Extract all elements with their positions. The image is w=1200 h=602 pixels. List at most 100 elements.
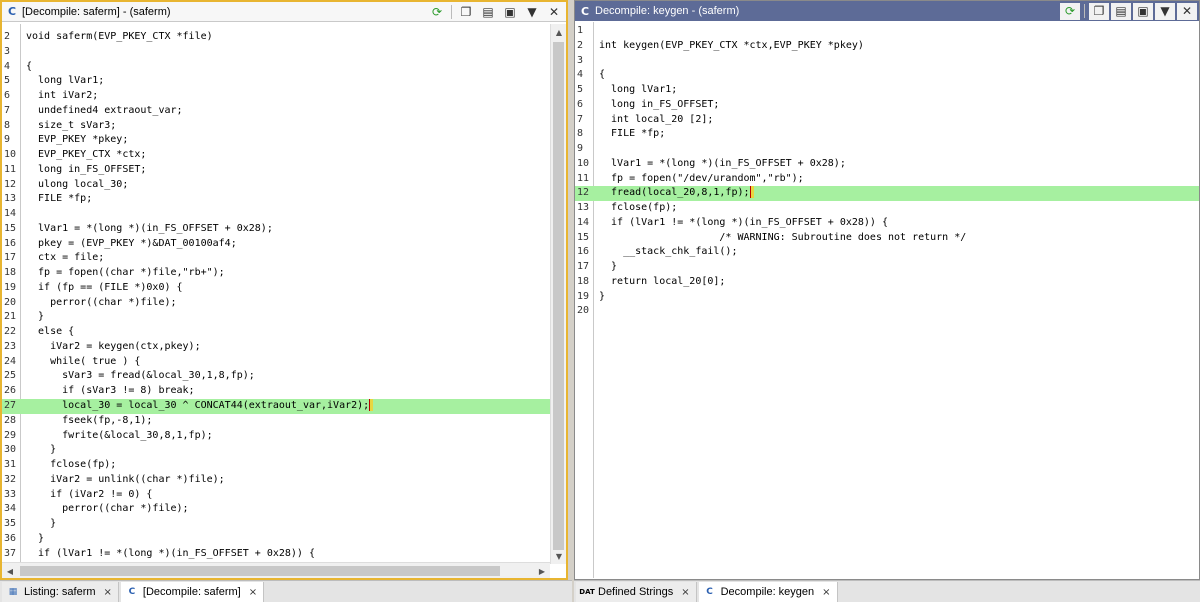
tab-listing-saferm[interactable]: ▦ Listing: saferm × <box>2 582 119 602</box>
code-line[interactable]: 1 <box>575 24 1199 39</box>
code-line[interactable]: 3 <box>2 45 552 60</box>
close-icon[interactable]: × <box>822 587 830 598</box>
left-code-area[interactable]: 2 void saferm(EVP_PKEY_CTX *file) 3 4{5 lon… <box>2 24 552 564</box>
scroll-right-icon[interactable]: ▶ <box>534 563 550 578</box>
code-line[interactable]: 31 fclose(fp); <box>2 458 552 473</box>
code-line[interactable]: 5 long lVar1; <box>2 74 552 89</box>
code-line[interactable]: 4{ <box>2 60 552 75</box>
left-vertical-scrollbar[interactable]: ▲ ▼ <box>550 24 566 564</box>
code-text: iVar2 = unlink((char *)file); <box>26 473 225 485</box>
code-line[interactable]: 7 undefined4 extraout_var; <box>2 104 552 119</box>
copy-icon[interactable]: ❐ <box>1089 2 1109 20</box>
code-line[interactable]: 3 <box>575 54 1199 69</box>
code-line[interactable]: 8 FILE *fp; <box>575 127 1199 142</box>
code-line[interactable]: 26 if (sVar3 != 8) break; <box>2 384 552 399</box>
menu-icon[interactable]: ▼ <box>522 4 542 21</box>
camera-icon[interactable]: ▣ <box>500 4 520 21</box>
code-line[interactable]: 12 fread(local_20,8,1,fp); <box>575 186 1199 202</box>
code-line[interactable]: 29 fwrite(&local_30,8,1,fp); <box>2 429 552 444</box>
code-text: perror((char *)file); <box>26 296 177 308</box>
code-line[interactable]: 12 ulong local_30; <box>2 178 552 193</box>
line-number: 9 <box>4 134 11 146</box>
line-number: 36 <box>4 532 17 544</box>
left-panel-titlebar[interactable]: C [Decompile: saferm] - (saferm) ⟳ ❐ ▤ ▣… <box>2 2 566 22</box>
left-horizontal-scrollbar[interactable]: ◀ ▶ <box>2 562 550 578</box>
code-line[interactable]: 2 int keygen(EVP_PKEY_CTX *ctx,EVP_PKEY *… <box>575 39 1199 54</box>
tab-decompile-saferm[interactable]: C [Decompile: saferm] × <box>120 582 265 602</box>
code-line[interactable]: 10 EVP_PKEY_CTX *ctx; <box>2 148 552 163</box>
code-line[interactable]: 9 <box>575 142 1199 157</box>
code-line[interactable]: 17 } <box>575 260 1199 275</box>
code-line[interactable]: 36 } <box>2 532 552 547</box>
snapshot-icon[interactable]: ▤ <box>478 4 498 21</box>
scroll-left-icon[interactable]: ◀ <box>2 563 18 578</box>
code-line[interactable]: 11 fp = fopen("/dev/urandom","rb"); <box>575 172 1199 187</box>
code-line[interactable]: 34 perror((char *)file); <box>2 502 552 517</box>
code-line[interactable]: 27 local_30 = local_30 ^ CONCAT44(extrao… <box>2 399 552 414</box>
right-panel-titlebar[interactable]: C Decompile: keygen - (saferm) ⟳ ❐ ▤ ▣ ▼… <box>575 1 1199 21</box>
code-line[interactable]: 16 pkey = (EVP_PKEY *)&DAT_00100af4; <box>2 237 552 252</box>
code-line[interactable]: 33 if (iVar2 != 0) { <box>2 488 552 503</box>
code-line[interactable]: 10 lVar1 = *(long *)(in_FS_OFFSET + 0x28… <box>575 157 1199 172</box>
code-line[interactable]: 11 long in_FS_OFFSET; <box>2 163 552 178</box>
refresh-icon[interactable]: ⟳ <box>427 4 447 21</box>
code-line[interactable]: 6 long in_FS_OFFSET; <box>575 98 1199 113</box>
code-line[interactable]: 13 fclose(fp); <box>575 201 1199 216</box>
close-icon[interactable]: ✕ <box>1177 2 1197 20</box>
code-line[interactable]: 6 int iVar2; <box>2 89 552 104</box>
scroll-up-icon[interactable]: ▲ <box>551 24 566 40</box>
code-line[interactable]: 24 while( true ) { <box>2 355 552 370</box>
code-line[interactable]: 14 <box>2 207 552 222</box>
menu-icon[interactable]: ▼ <box>1155 2 1175 20</box>
tab-defined-strings[interactable]: DAT Defined Strings × <box>576 582 697 602</box>
code-line[interactable]: 20 <box>575 304 1199 319</box>
code-line[interactable]: 25 sVar3 = fread(&local_30,1,8,fp); <box>2 369 552 384</box>
code-line[interactable]: 7 int local_20 [2]; <box>575 113 1199 128</box>
code-line[interactable]: 19 if (fp == (FILE *)0x0) { <box>2 281 552 296</box>
code-line[interactable]: 32 iVar2 = unlink((char *)file); <box>2 473 552 488</box>
code-line[interactable]: 28 fseek(fp,-8,1); <box>2 414 552 429</box>
code-line[interactable]: 14 if (lVar1 != *(long *)(in_FS_OFFSET +… <box>575 216 1199 231</box>
code-line[interactable]: 15 lVar1 = *(long *)(in_FS_OFFSET + 0x28… <box>2 222 552 237</box>
tab-decompile-keygen[interactable]: C Decompile: keygen × <box>698 582 838 602</box>
code-line[interactable]: 4{ <box>575 68 1199 83</box>
left-vscroll-thumb[interactable] <box>553 42 564 550</box>
close-icon[interactable]: × <box>249 587 257 598</box>
code-text: int iVar2; <box>26 90 99 102</box>
close-icon[interactable]: ✕ <box>544 4 564 21</box>
close-icon[interactable]: × <box>104 587 112 598</box>
code-line[interactable]: 20 perror((char *)file); <box>2 296 552 311</box>
right-code-area[interactable]: 1 2 int keygen(EVP_PKEY_CTX *ctx,EVP_PKEY … <box>575 22 1199 578</box>
code-text: fclose(fp); <box>599 202 678 214</box>
code-line[interactable]: 15 /* WARNING: Subroutine does not retur… <box>575 231 1199 246</box>
snapshot-icon[interactable]: ▤ <box>1111 2 1131 20</box>
code-text: if (fp == (FILE *)0x0) { <box>26 281 183 293</box>
camera-icon[interactable]: ▣ <box>1133 2 1153 20</box>
close-icon[interactable]: × <box>681 587 689 598</box>
code-line[interactable]: 16 __stack_chk_fail(); <box>575 245 1199 260</box>
line-number: 7 <box>577 113 584 125</box>
code-text: if (sVar3 != 8) break; <box>26 385 195 397</box>
scroll-down-icon[interactable]: ▼ <box>551 548 566 564</box>
code-line[interactable]: 22 else { <box>2 325 552 340</box>
code-line[interactable]: 8 size_t sVar3; <box>2 119 552 134</box>
code-line[interactable]: 21 } <box>2 310 552 325</box>
code-line[interactable]: 35 } <box>2 517 552 532</box>
line-number: 9 <box>577 143 584 155</box>
refresh-icon[interactable]: ⟳ <box>1060 2 1080 20</box>
code-line[interactable]: 13 FILE *fp; <box>2 192 552 207</box>
code-text: EVP_PKEY_CTX *ctx; <box>26 149 147 161</box>
copy-icon[interactable]: ❐ <box>456 4 476 21</box>
left-hscroll-thumb[interactable] <box>20 566 500 576</box>
code-line[interactable]: 37 if (lVar1 != *(long *)(in_FS_OFFSET +… <box>2 547 552 562</box>
code-line[interactable]: 5 long lVar1; <box>575 83 1199 98</box>
caret-marker <box>749 186 754 199</box>
code-line[interactable]: 2 void saferm(EVP_PKEY_CTX *file) <box>2 30 552 45</box>
code-line[interactable]: 18 fp = fopen((char *)file,"rb+"); <box>2 266 552 281</box>
code-line[interactable]: 17 ctx = file; <box>2 251 552 266</box>
code-line[interactable]: 9 EVP_PKEY *pkey; <box>2 133 552 148</box>
code-line[interactable]: 23 iVar2 = keygen(ctx,pkey); <box>2 340 552 355</box>
code-line[interactable]: 19} <box>575 290 1199 305</box>
code-line[interactable]: 18 return local_20[0]; <box>575 275 1199 290</box>
code-line[interactable]: 30 } <box>2 443 552 458</box>
